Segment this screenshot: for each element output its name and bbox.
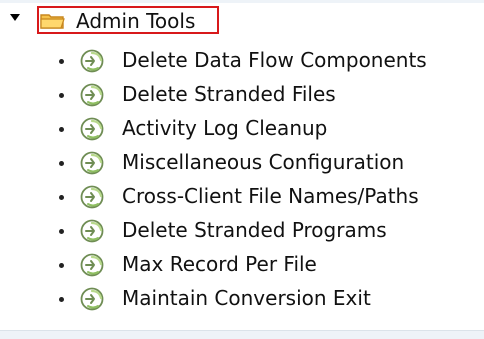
bullet-icon — [59, 161, 64, 166]
tree-item-label: Delete Data Flow Components — [122, 48, 427, 72]
tree-node-admin-tools[interactable]: Admin Tools — [0, 2, 484, 40]
transaction-icon — [80, 287, 104, 311]
transaction-icon — [80, 83, 104, 107]
tree-item-label: Maintain Conversion Exit — [122, 286, 371, 310]
bullet-icon — [59, 127, 64, 132]
expand-collapse-icon[interactable] — [10, 14, 20, 21]
tree-item-delete-stranded-files[interactable]: Delete Stranded Files — [0, 79, 484, 113]
tree-node-label: Admin Tools — [76, 9, 196, 33]
bullet-icon — [59, 93, 64, 98]
tree-item-activity-log-cleanup[interactable]: Activity Log Cleanup — [0, 113, 484, 147]
tree-item-label: Miscellaneous Configuration — [122, 150, 405, 174]
tree-bottom-border — [0, 330, 484, 339]
tree-item-delete-data-flow-components[interactable]: Delete Data Flow Components — [0, 45, 484, 79]
transaction-icon — [80, 185, 104, 209]
bullet-icon — [59, 263, 64, 268]
tree-item-miscellaneous-configuration[interactable]: Miscellaneous Configuration — [0, 147, 484, 181]
transaction-icon — [80, 151, 104, 175]
bullet-icon — [59, 229, 64, 234]
folder-icon — [40, 14, 65, 29]
tree-item-label: Delete Stranded Files — [122, 82, 336, 106]
bullet-icon — [59, 195, 64, 200]
tree-item-max-record-per-file[interactable]: Max Record Per File — [0, 249, 484, 283]
tree-item-label: Max Record Per File — [122, 252, 317, 276]
transaction-icon — [80, 253, 104, 277]
bullet-icon — [59, 297, 64, 302]
tree-item-label: Cross-Client File Names/Paths — [122, 184, 419, 208]
menu-tree: Admin Tools Delete Data Flow Components … — [0, 0, 484, 339]
tree-item-label: Activity Log Cleanup — [122, 116, 328, 140]
tree-item-delete-stranded-programs[interactable]: Delete Stranded Programs — [0, 215, 484, 249]
transaction-icon — [80, 49, 104, 73]
bullet-icon — [59, 59, 64, 64]
transaction-icon — [80, 117, 104, 141]
transaction-icon — [80, 219, 104, 243]
tree-item-maintain-conversion-exit[interactable]: Maintain Conversion Exit — [0, 283, 484, 317]
tree-item-cross-client-file-names-paths[interactable]: Cross-Client File Names/Paths — [0, 181, 484, 215]
tree-item-label: Delete Stranded Programs — [122, 218, 387, 242]
